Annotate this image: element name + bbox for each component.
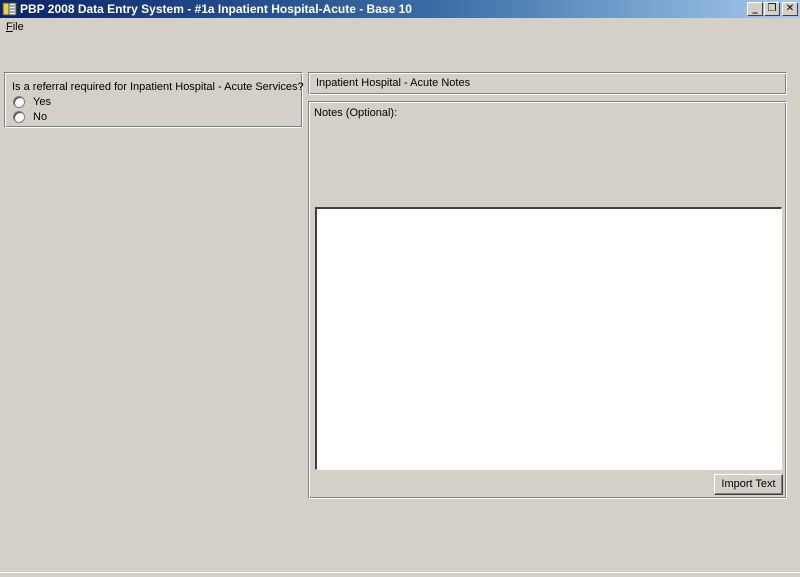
notes-textarea[interactable] [315, 207, 782, 470]
notes-panel: Notes (Optional): Import Text [308, 101, 787, 499]
app-icon [2, 2, 17, 16]
radio-yes[interactable] [13, 96, 25, 108]
close-icon: ✕ [785, 3, 795, 14]
title-bar[interactable]: PBP 2008 Data Entry System - #1a Inpatie… [0, 0, 800, 18]
referral-question-label: Is a referral required for Inpatient Hos… [12, 81, 304, 93]
minimize-button[interactable]: _ [747, 2, 763, 16]
menu-file[interactable]: File [6, 21, 24, 33]
window-title: PBP 2008 Data Entry System - #1a Inpatie… [20, 2, 412, 16]
radio-yes-label[interactable]: Yes [33, 96, 51, 108]
radio-no[interactable] [13, 111, 25, 123]
notes-label: Notes (Optional): [314, 107, 398, 119]
restore-button[interactable]: ❐ [764, 2, 780, 16]
restore-icon: ❐ [767, 3, 777, 14]
notes-header-panel: Inpatient Hospital - Acute Notes [308, 72, 787, 95]
notes-header-title: Inpatient Hospital - Acute Notes [316, 77, 471, 89]
minimize-icon: _ [752, 3, 758, 14]
close-button[interactable]: ✕ [782, 2, 798, 16]
window-bottom-edge [0, 572, 800, 577]
menu-bar: File [0, 19, 800, 37]
radio-no-label[interactable]: No [33, 111, 47, 123]
referral-question-group: Is a referral required for Inpatient Hos… [4, 72, 304, 128]
import-text-button[interactable]: Import Text [714, 474, 783, 495]
